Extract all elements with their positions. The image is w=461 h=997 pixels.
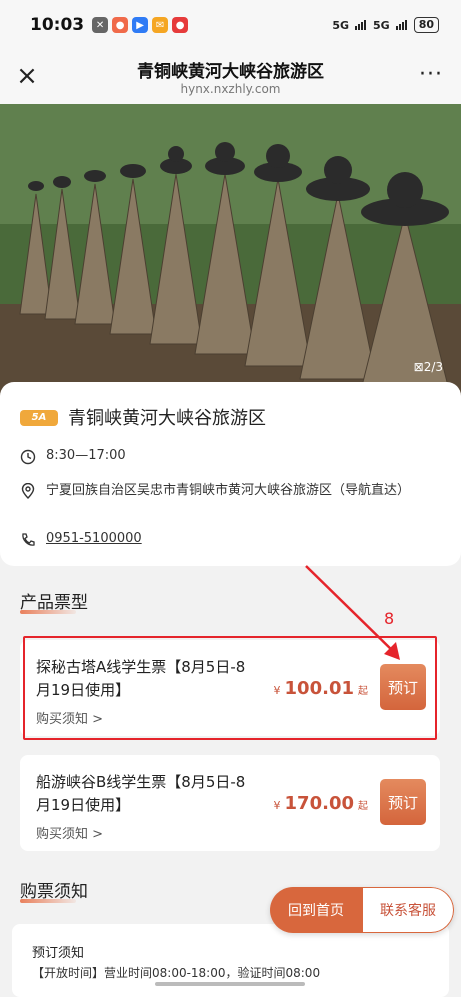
phone-number[interactable]: 0951-5100000 bbox=[46, 531, 142, 546]
home-indicator[interactable] bbox=[155, 982, 305, 986]
app-notification-icon: ● bbox=[112, 17, 129, 33]
pagoda-photo bbox=[0, 104, 461, 400]
ticket-card[interactable]: 船游峡谷B线学生票【8月5日-8月19日使用】 购买须知 > ¥ 170.00 … bbox=[20, 755, 440, 851]
address-row[interactable]: 宁夏回族自治区吴忠市青铜峡市黄河大峡谷旅游区（导航直达） bbox=[20, 482, 440, 500]
battery-icon: 80 bbox=[413, 17, 439, 33]
signal-bars-icon bbox=[355, 20, 366, 30]
status-right: 5G 5G 80 bbox=[332, 17, 439, 33]
opening-hours: 8:30—17:00 bbox=[46, 448, 126, 463]
scenic-info-card: 5A 青铜峡黄河大峡谷旅游区 8:30—17:00 宁夏回族自治区吴忠市青铜峡市… bbox=[0, 382, 461, 566]
missed-call-icon: ✕ bbox=[92, 17, 109, 33]
notice-line: 【开放时间】营业时间08:00-18:00，验证时间08:00 bbox=[32, 966, 321, 980]
book-button[interactable]: 预订 bbox=[380, 779, 426, 825]
rating-badge: 5A bbox=[20, 410, 58, 426]
clock-icon bbox=[20, 449, 36, 465]
address-text: 宁夏回族自治区吴忠市青铜峡市黄河大峡谷旅游区（导航直达） bbox=[46, 483, 411, 498]
notice-heading: 预订须知 bbox=[32, 946, 85, 961]
section-title-text: 购票须知 bbox=[20, 882, 88, 902]
ticket-name: 船游峡谷B线学生票【8月5日-8月19日使用】 bbox=[36, 773, 246, 814]
gallery-icon: ⊠ bbox=[413, 360, 424, 374]
status-time: 10:03 bbox=[30, 15, 85, 35]
app-notification-icon: ● bbox=[172, 17, 189, 33]
purchase-notice-link[interactable]: 购买须知 > bbox=[36, 823, 103, 842]
signal-icon: 5G bbox=[373, 18, 390, 32]
home-button[interactable]: 回到首页 bbox=[270, 887, 362, 933]
location-icon bbox=[21, 483, 35, 499]
image-counter-text: 2/3 bbox=[423, 360, 443, 374]
section-title-text: 产品票型 bbox=[20, 593, 88, 613]
currency-symbol: ¥ bbox=[273, 799, 281, 812]
hero-image[interactable]: ⊠2/3 bbox=[0, 104, 461, 400]
more-icon[interactable]: ··· bbox=[419, 62, 443, 87]
annotation-number: 8 bbox=[384, 609, 395, 628]
section-title-products: 产品票型 bbox=[20, 588, 88, 614]
phone-icon bbox=[22, 533, 35, 546]
title-bar: × 青铜峡黄河大峡谷旅游区 hynx.nxzhly.com ··· bbox=[0, 50, 461, 104]
notification-icons: ✕ ● ▶ ✉ ● bbox=[92, 17, 189, 33]
signal-icon: 5G bbox=[332, 18, 349, 32]
signal-bars-icon bbox=[395, 20, 407, 30]
image-counter: ⊠2/3 bbox=[414, 360, 443, 374]
price-value: 170.00 bbox=[284, 793, 354, 814]
floating-action-bar: 回到首页 联系客服 bbox=[270, 887, 454, 933]
phone-row[interactable]: 0951-5100000 bbox=[20, 531, 142, 548]
price-suffix: 起 bbox=[358, 801, 368, 812]
status-bar: 10:03 ✕ ● ▶ ✉ ● 5G 5G 80 bbox=[0, 0, 461, 50]
section-title-notice: 购票须知 bbox=[20, 877, 88, 903]
app-notification-icon: ✉ bbox=[152, 17, 169, 33]
app-notification-icon: ▶ bbox=[132, 17, 149, 33]
ticket-price: ¥ 170.00 起 bbox=[274, 793, 368, 814]
page-url: hynx.nxzhly.com bbox=[180, 82, 281, 96]
scenic-name: 青铜峡黄河大峡谷旅游区 bbox=[68, 408, 266, 429]
page-title: 青铜峡黄河大峡谷旅游区 bbox=[137, 62, 324, 82]
opening-hours-row: 8:30—17:00 bbox=[20, 448, 126, 465]
purchase-notice-card: 预订须知 【开放时间】营业时间08:00-18:00，验证时间08:00 bbox=[12, 924, 449, 997]
customer-service-button[interactable]: 联系客服 bbox=[362, 887, 454, 933]
